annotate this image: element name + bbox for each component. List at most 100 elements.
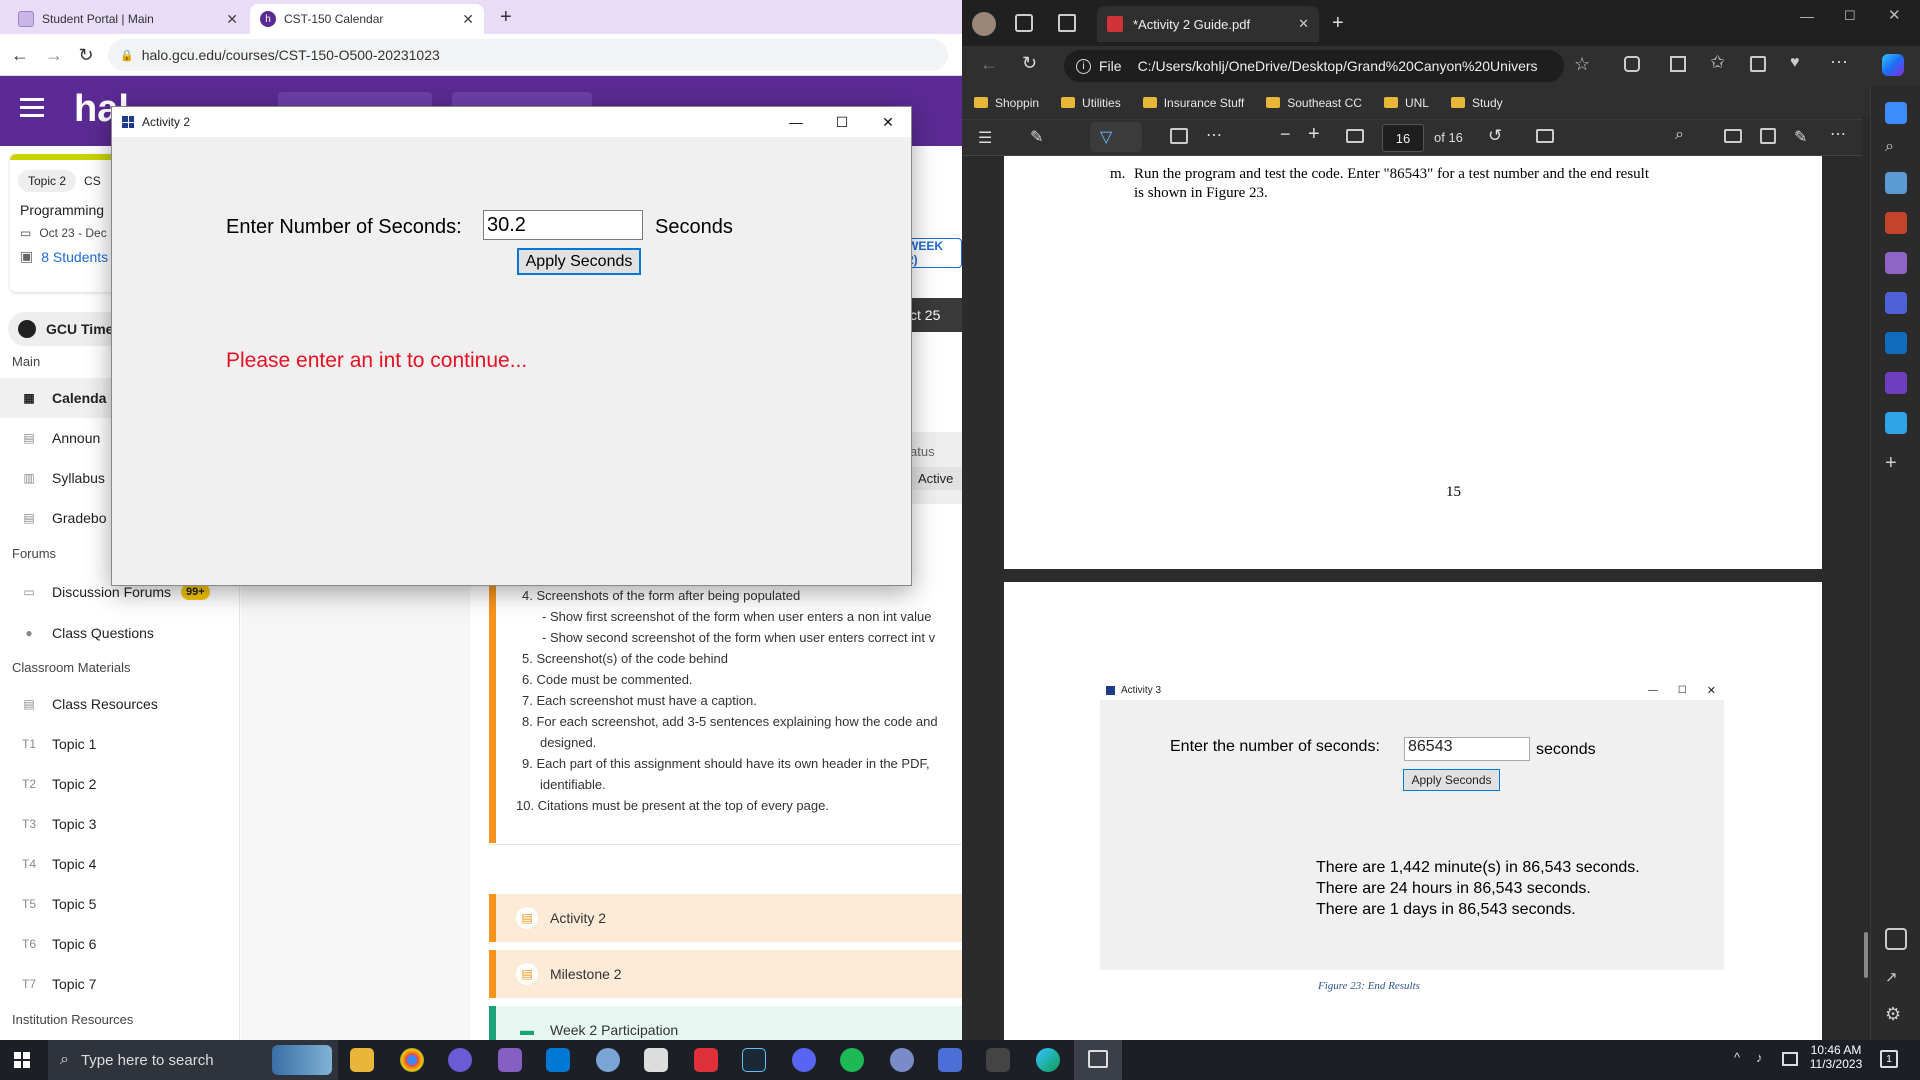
- two-page-icon[interactable]: [1536, 129, 1554, 143]
- sidebar-item-topic-1[interactable]: T1 Topic 1: [0, 724, 238, 764]
- extensions-icon[interactable]: [1624, 56, 1640, 72]
- close-icon[interactable]: ✕: [1298, 16, 1309, 32]
- back-icon[interactable]: ←: [980, 54, 998, 75]
- spotify-icon[interactable]: [840, 1048, 864, 1072]
- address-bar[interactable]: i File C:/Users/kohlj/OneDrive/Desktop/G…: [1064, 50, 1564, 82]
- new-tab-icon[interactable]: +: [1332, 12, 1344, 35]
- edge-icon[interactable]: [1036, 1048, 1060, 1072]
- workspaces-icon[interactable]: [1015, 14, 1033, 32]
- print-icon[interactable]: [1724, 129, 1742, 143]
- profile-avatar[interactable]: [972, 12, 996, 36]
- sidebar-item-topic-6[interactable]: T6 Topic 6: [0, 924, 238, 964]
- forward-icon[interactable]: →: [42, 43, 66, 67]
- app-icon[interactable]: [890, 1048, 914, 1072]
- sidebar-item-class-resources[interactable]: ▤ Class Resources: [0, 684, 238, 724]
- windows-start-icon[interactable]: [14, 1052, 30, 1068]
- close-icon[interactable]: ✕: [462, 11, 474, 28]
- close-icon[interactable]: ✕: [226, 11, 238, 28]
- zoom-out-icon[interactable]: −: [1280, 124, 1291, 145]
- menu-icon[interactable]: [20, 98, 44, 117]
- reload-icon[interactable]: ↻: [1022, 53, 1037, 74]
- draw-tool-button[interactable]: ▽: [1090, 122, 1142, 152]
- clock[interactable]: 10:46 AM 11/3/2023: [1806, 1043, 1866, 1071]
- collections-icon[interactable]: [1750, 56, 1766, 72]
- designer-icon[interactable]: [1885, 372, 1907, 394]
- tag-icon[interactable]: [1885, 172, 1907, 194]
- close-icon[interactable]: ✕: [865, 107, 911, 137]
- address-bar[interactable]: 🔒 halo.gcu.edu/courses/CST-150-O500-2023…: [108, 39, 948, 71]
- highlight-icon[interactable]: ✎: [1030, 127, 1043, 147]
- app-icon[interactable]: [448, 1048, 472, 1072]
- zoom-in-icon[interactable]: +: [1308, 123, 1320, 146]
- microsoft-365-icon[interactable]: [1885, 292, 1907, 314]
- app-icon[interactable]: [938, 1048, 962, 1072]
- app-icon[interactable]: [694, 1048, 718, 1072]
- sidebar-toggle-icon[interactable]: [1885, 928, 1907, 950]
- sidebar-item-topic-5[interactable]: T5 Topic 5: [0, 884, 238, 924]
- notification-icon[interactable]: 1: [1880, 1050, 1898, 1068]
- maximize-icon[interactable]: ☐: [1844, 8, 1856, 24]
- steam-icon[interactable]: [742, 1048, 766, 1072]
- more-icon[interactable]: ⋯: [1830, 52, 1848, 73]
- external-link-icon[interactable]: ↗: [1885, 968, 1907, 990]
- scrollbar-thumb[interactable]: [1864, 932, 1868, 978]
- app-icon[interactable]: [644, 1048, 668, 1072]
- save-icon[interactable]: [1760, 128, 1776, 144]
- maximize-icon[interactable]: ☐: [819, 107, 865, 137]
- sidebar-item-topic-4[interactable]: T4 Topic 4: [0, 844, 238, 884]
- back-icon[interactable]: ←: [8, 43, 32, 67]
- tab-actions-icon[interactable]: [1058, 14, 1076, 32]
- week-2-participation-item[interactable]: ▬ Week 2 Participation: [489, 1006, 962, 1040]
- network-icon[interactable]: [1782, 1052, 1798, 1066]
- favorite-folder[interactable]: Shoppin: [974, 96, 1039, 110]
- discord-icon[interactable]: [792, 1048, 816, 1072]
- fit-page-icon[interactable]: [1346, 129, 1364, 143]
- games-icon[interactable]: [1885, 252, 1907, 274]
- minimize-icon[interactable]: —: [1800, 8, 1814, 24]
- favorite-folder[interactable]: UNL: [1383, 96, 1429, 110]
- page-view-icon[interactable]: [1170, 128, 1188, 144]
- rotate-icon[interactable]: ↺: [1488, 126, 1502, 146]
- reload-icon[interactable]: ↻: [74, 43, 98, 67]
- more-tools-icon[interactable]: ⋯: [1206, 125, 1222, 145]
- send-icon[interactable]: [1885, 412, 1907, 434]
- task-view-active[interactable]: [1074, 1040, 1122, 1080]
- topic-chip[interactable]: Topic 2: [18, 170, 77, 192]
- favorites-icon[interactable]: ✩: [1710, 52, 1725, 73]
- page-number-input[interactable]: [1382, 124, 1424, 152]
- sidebar-item-topic-2[interactable]: T2 Topic 2: [0, 764, 238, 804]
- sidebar-item-class-questions[interactable]: ● Class Questions: [0, 613, 238, 653]
- contents-icon[interactable]: ☰: [978, 128, 992, 148]
- briefcase-icon[interactable]: [1885, 212, 1907, 234]
- pdf-more-icon[interactable]: ⋯: [1830, 124, 1846, 144]
- search-icon[interactable]: ⌕: [1885, 138, 1907, 160]
- app-icon[interactable]: [596, 1048, 620, 1072]
- favorite-folder[interactable]: Insurance Stuff: [1142, 96, 1244, 110]
- new-tab-button[interactable]: +: [500, 6, 512, 29]
- activity-2-item[interactable]: ▤ Activity 2: [489, 894, 962, 942]
- tab-student-portal[interactable]: Student Portal | Main ✕: [8, 4, 248, 34]
- students-link[interactable]: 8 Students: [41, 249, 108, 265]
- add-icon[interactable]: +: [1885, 452, 1907, 474]
- favorite-folder[interactable]: Southeast CC: [1266, 96, 1362, 110]
- vscode-icon[interactable]: [546, 1048, 570, 1072]
- visual-studio-icon[interactable]: [498, 1048, 522, 1072]
- file-explorer-icon[interactable]: [350, 1048, 374, 1072]
- seconds-input[interactable]: [483, 210, 643, 240]
- tab-cst150-calendar[interactable]: h CST-150 Calendar ✕: [250, 4, 484, 34]
- minimize-icon[interactable]: —: [773, 107, 819, 137]
- app-icon[interactable]: [986, 1048, 1010, 1072]
- apply-seconds-button[interactable]: Apply Seconds: [517, 248, 641, 275]
- sidebar-item-topic-3[interactable]: T3 Topic 3: [0, 804, 238, 844]
- favorite-folder[interactable]: Study: [1450, 96, 1503, 110]
- search-icon[interactable]: ⌕: [1675, 126, 1684, 144]
- favorite-folder[interactable]: Utilities: [1061, 96, 1121, 110]
- tab-activity-2-guide[interactable]: *Activity 2 Guide.pdf ✕: [1097, 6, 1319, 42]
- volume-icon[interactable]: ♪: [1756, 1050, 1763, 1065]
- close-window-icon[interactable]: ✕: [1888, 6, 1901, 24]
- copilot-icon[interactable]: ♥: [1790, 54, 1800, 72]
- copilot-sidebar-icon[interactable]: [1885, 102, 1907, 124]
- save-as-icon[interactable]: ✎: [1794, 127, 1807, 147]
- edge-copilot-icon[interactable]: [1882, 54, 1904, 76]
- taskbar-search-box[interactable]: ⌕ Type here to search: [48, 1040, 338, 1080]
